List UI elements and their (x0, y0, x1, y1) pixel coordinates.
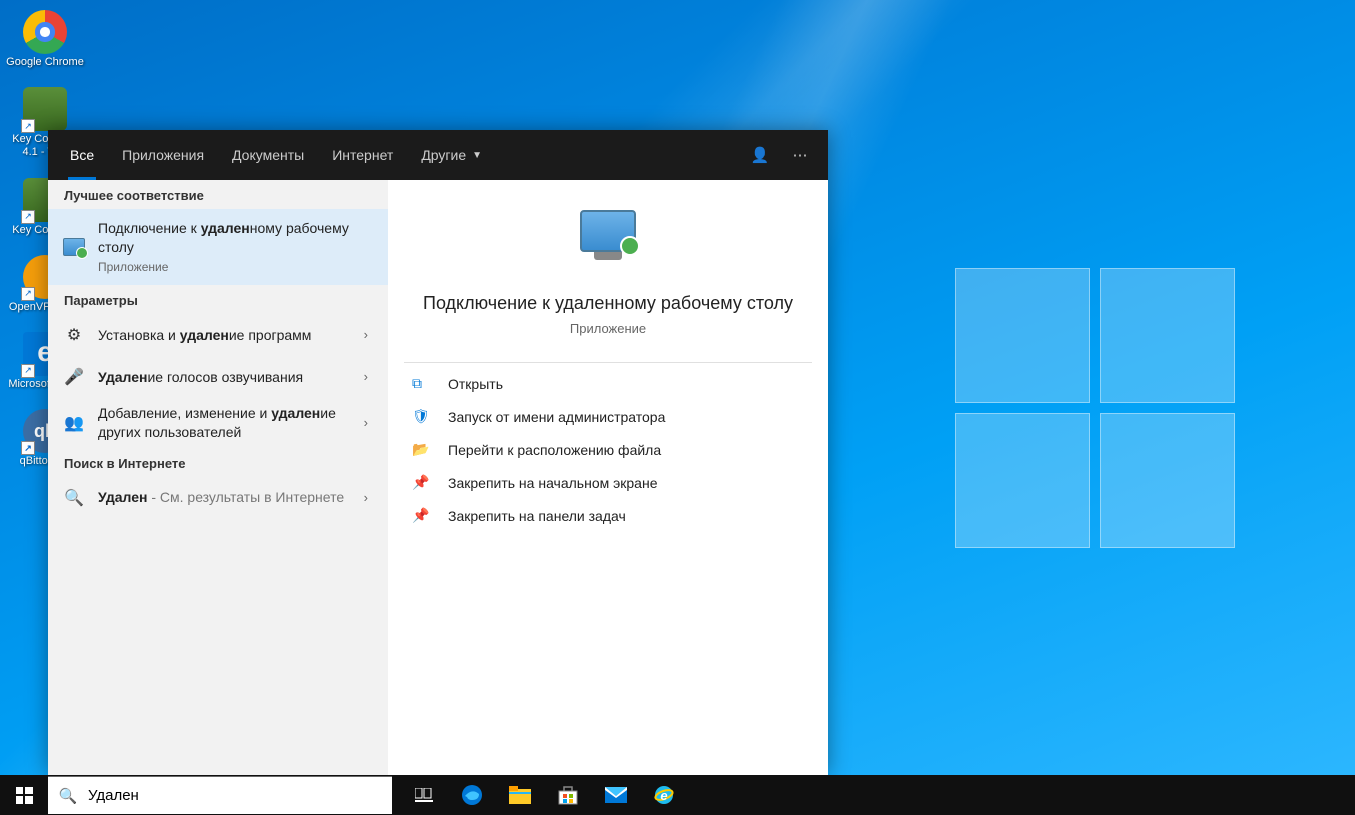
tab-documents[interactable]: Документы (218, 130, 318, 180)
shortcut-arrow-icon: ↗ (21, 441, 35, 455)
result-web-search[interactable]: 🔍 Удален - См. результаты в Интернете › (48, 477, 388, 519)
search-panel: Все Приложения Документы Интернет Другие… (48, 130, 828, 775)
taskbar-store[interactable] (544, 775, 592, 815)
result-rdp[interactable]: Подключение к удаленному рабочему столу … (48, 209, 388, 285)
pin-icon: 📌 (412, 474, 434, 491)
chevron-right-icon: › (358, 415, 374, 430)
tab-other[interactable]: Другие▼ (407, 130, 496, 180)
windows-icon (16, 787, 33, 804)
search-input[interactable] (88, 787, 392, 804)
shortcut-arrow-icon: ↗ (21, 364, 35, 378)
action-pin-taskbar[interactable]: 📌 Закрепить на панели задач (388, 499, 828, 532)
search-results-list: Лучшее соответствие Подключение к удален… (48, 180, 388, 775)
taskbar-explorer[interactable] (496, 775, 544, 815)
shortcut-arrow-icon: ↗ (21, 287, 35, 301)
shield-icon: 🛡 (412, 408, 434, 425)
preview-title: Подключение к удаленному рабочему столу (408, 292, 808, 315)
pin-icon: 📌 (412, 507, 434, 524)
taskbar-ie[interactable]: e (640, 775, 688, 815)
more-icon[interactable]: ⋯ (780, 135, 820, 175)
gear-icon: ⚙ (62, 323, 86, 347)
edge-icon (461, 784, 483, 806)
divider (404, 362, 812, 363)
task-view-icon (415, 788, 433, 802)
taskbar-edge[interactable] (448, 775, 496, 815)
task-view-button[interactable] (400, 775, 448, 815)
start-button[interactable] (0, 775, 48, 815)
shortcut-arrow-icon: ↗ (21, 119, 35, 133)
folder-icon (509, 786, 531, 804)
section-web: Поиск в Интернете (48, 448, 388, 477)
result-remove-voices[interactable]: 🎤 Удаление голосов озвучивания › (48, 356, 388, 398)
ie-icon: e (653, 784, 675, 806)
search-panel-header: Все Приложения Документы Интернет Другие… (48, 130, 828, 180)
users-icon: 👥 (62, 411, 86, 435)
taskbar: 🔍 e (0, 775, 1355, 815)
section-settings: Параметры (48, 285, 388, 314)
rdp-icon (62, 235, 86, 259)
microphone-icon: 🎤 (62, 365, 86, 389)
app-icon: ↗ (23, 87, 67, 131)
search-icon: 🔍 (48, 787, 88, 805)
result-manage-users[interactable]: 👥 Добавление, изменение и удаление други… (48, 398, 388, 448)
tab-all[interactable]: Все (56, 130, 108, 180)
mail-icon (605, 787, 627, 803)
store-icon (558, 785, 578, 805)
folder-icon: 📂 (412, 441, 434, 458)
taskbar-mail[interactable] (592, 775, 640, 815)
action-pin-start[interactable]: 📌 Закрепить на начальном экране (388, 466, 828, 499)
shortcut-arrow-icon: ↗ (21, 210, 35, 224)
feedback-icon[interactable]: 👤 (740, 135, 780, 175)
svg-text:e: e (660, 788, 667, 803)
search-preview-pane: Подключение к удаленному рабочему столу … (388, 180, 828, 775)
result-uninstall-programs[interactable]: ⚙ Установка и удаление программ › (48, 314, 388, 356)
windows-logo-wallpaper (955, 268, 1235, 548)
section-best-match: Лучшее соответствие (48, 180, 388, 209)
taskbar-search[interactable]: 🔍 (48, 776, 392, 814)
action-run-as-admin[interactable]: 🛡 Запуск от имени администратора (388, 400, 828, 433)
rdp-icon-large (576, 210, 640, 274)
chevron-right-icon: › (358, 327, 374, 342)
action-open[interactable]: ⧉ Открыть (388, 367, 828, 400)
open-icon: ⧉ (412, 375, 434, 392)
search-icon: 🔍 (62, 486, 86, 510)
tab-apps[interactable]: Приложения (108, 130, 218, 180)
tab-internet[interactable]: Интернет (318, 130, 407, 180)
chevron-right-icon: › (358, 369, 374, 384)
chevron-right-icon: › (358, 490, 374, 505)
preview-subtitle: Приложение (408, 321, 808, 336)
desktop-icon-chrome[interactable]: Google Chrome (5, 10, 85, 69)
chevron-down-icon: ▼ (472, 150, 482, 161)
action-open-file-location[interactable]: 📂 Перейти к расположению файла (388, 433, 828, 466)
chrome-icon (23, 10, 67, 54)
